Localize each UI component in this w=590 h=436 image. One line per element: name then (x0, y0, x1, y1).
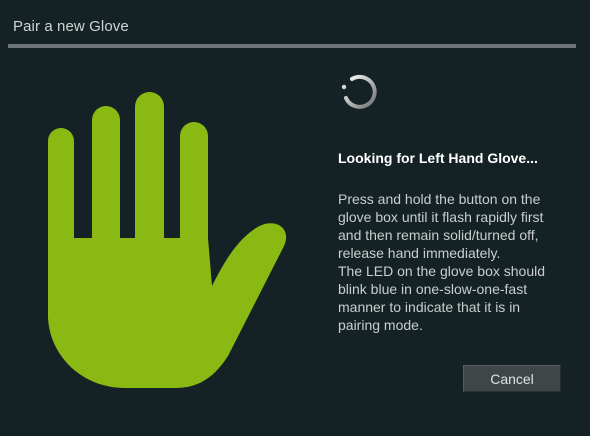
instruction-line: pairing mode. (338, 317, 423, 333)
pairing-instructions: Press and hold the button on the glove b… (338, 190, 578, 334)
cancel-button[interactable]: Cancel (463, 365, 561, 392)
instruction-line: release hand immediately. (338, 245, 501, 261)
dialog-title: Pair a new Glove (13, 18, 129, 35)
instruction-line: glove box until it flash rapidly first (338, 209, 544, 225)
pair-glove-dialog: Pair a new Glove Looking for Left Hand G… (0, 0, 590, 436)
instruction-line: Press and hold the button on the (338, 191, 541, 207)
instruction-line: and then remain solid/turned off, (338, 227, 539, 243)
instruction-line: manner to indicate that it is in (338, 299, 521, 315)
left-hand-icon (48, 92, 287, 388)
status-heading: Looking for Left Hand Glove... (338, 150, 538, 166)
instruction-line: blink blue in one-slow-one-fast (338, 281, 528, 297)
loading-spinner-icon (341, 74, 377, 109)
instruction-line: The LED on the glove box should (338, 263, 546, 279)
title-divider (8, 44, 576, 48)
